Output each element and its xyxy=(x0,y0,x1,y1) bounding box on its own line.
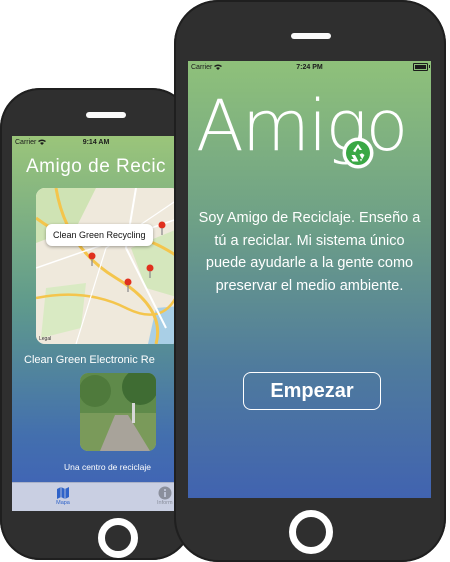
battery-icon xyxy=(413,63,430,71)
home-button[interactable] xyxy=(98,518,138,558)
info-icon xyxy=(158,486,172,500)
front-phone-frame: Carrier 7:24 PM Amigo Soy Amigo de Recic… xyxy=(174,0,446,562)
map-pin-icon[interactable] xyxy=(146,264,154,278)
back-phone-frame: Carrier 9:14 AM Amigo de Recic Clean Gre… xyxy=(0,88,192,560)
front-phone-screen: Carrier 7:24 PM Amigo Soy Amigo de Recic… xyxy=(188,61,431,498)
home-button[interactable] xyxy=(289,510,333,554)
place-photo xyxy=(80,373,156,451)
status-time: 7:24 PM xyxy=(296,63,323,71)
map-tiles xyxy=(36,188,180,344)
speaker-slot xyxy=(86,112,126,118)
tab-bar: Mapa Inform xyxy=(12,482,180,511)
speaker-slot xyxy=(291,33,331,39)
carrier-label: Carrier xyxy=(191,63,213,71)
tab-label: Inform xyxy=(157,500,173,506)
wifi-icon xyxy=(38,139,47,145)
status-bar: Carrier 9:14 AM xyxy=(12,136,180,148)
map-legal-link[interactable]: Legal xyxy=(39,336,51,342)
map-icon xyxy=(57,487,69,499)
tab-informacion[interactable]: Inform xyxy=(157,486,173,506)
place-caption: Una centro de reciclaje xyxy=(64,462,151,472)
map-callout[interactable]: Clean Green Recycling xyxy=(46,224,153,246)
map-pin-icon[interactable] xyxy=(158,221,166,235)
app-title: Amigo de Recic xyxy=(26,156,167,177)
tab-label: Mapa xyxy=(56,500,70,506)
back-phone-screen: Carrier 9:14 AM Amigo de Recic Clean Gre… xyxy=(12,136,180,511)
status-bar: Carrier 7:24 PM xyxy=(188,61,431,73)
place-name: Clean Green Electronic Re xyxy=(24,354,155,366)
wifi-icon xyxy=(214,64,223,70)
recycle-icon xyxy=(342,137,374,169)
recycling-map[interactable]: Clean Green Recycling Legal xyxy=(36,188,180,344)
carrier-label: Carrier xyxy=(15,138,37,146)
start-button[interactable]: Empezar xyxy=(243,372,381,410)
tab-mapa[interactable]: Mapa xyxy=(56,486,70,506)
map-pin-icon[interactable] xyxy=(124,278,132,292)
map-pin-icon[interactable] xyxy=(88,252,96,266)
amigo-logo: Amigo xyxy=(196,85,408,167)
intro-description: Soy Amigo de Reciclaje. Enseño a tú a re… xyxy=(198,210,421,294)
